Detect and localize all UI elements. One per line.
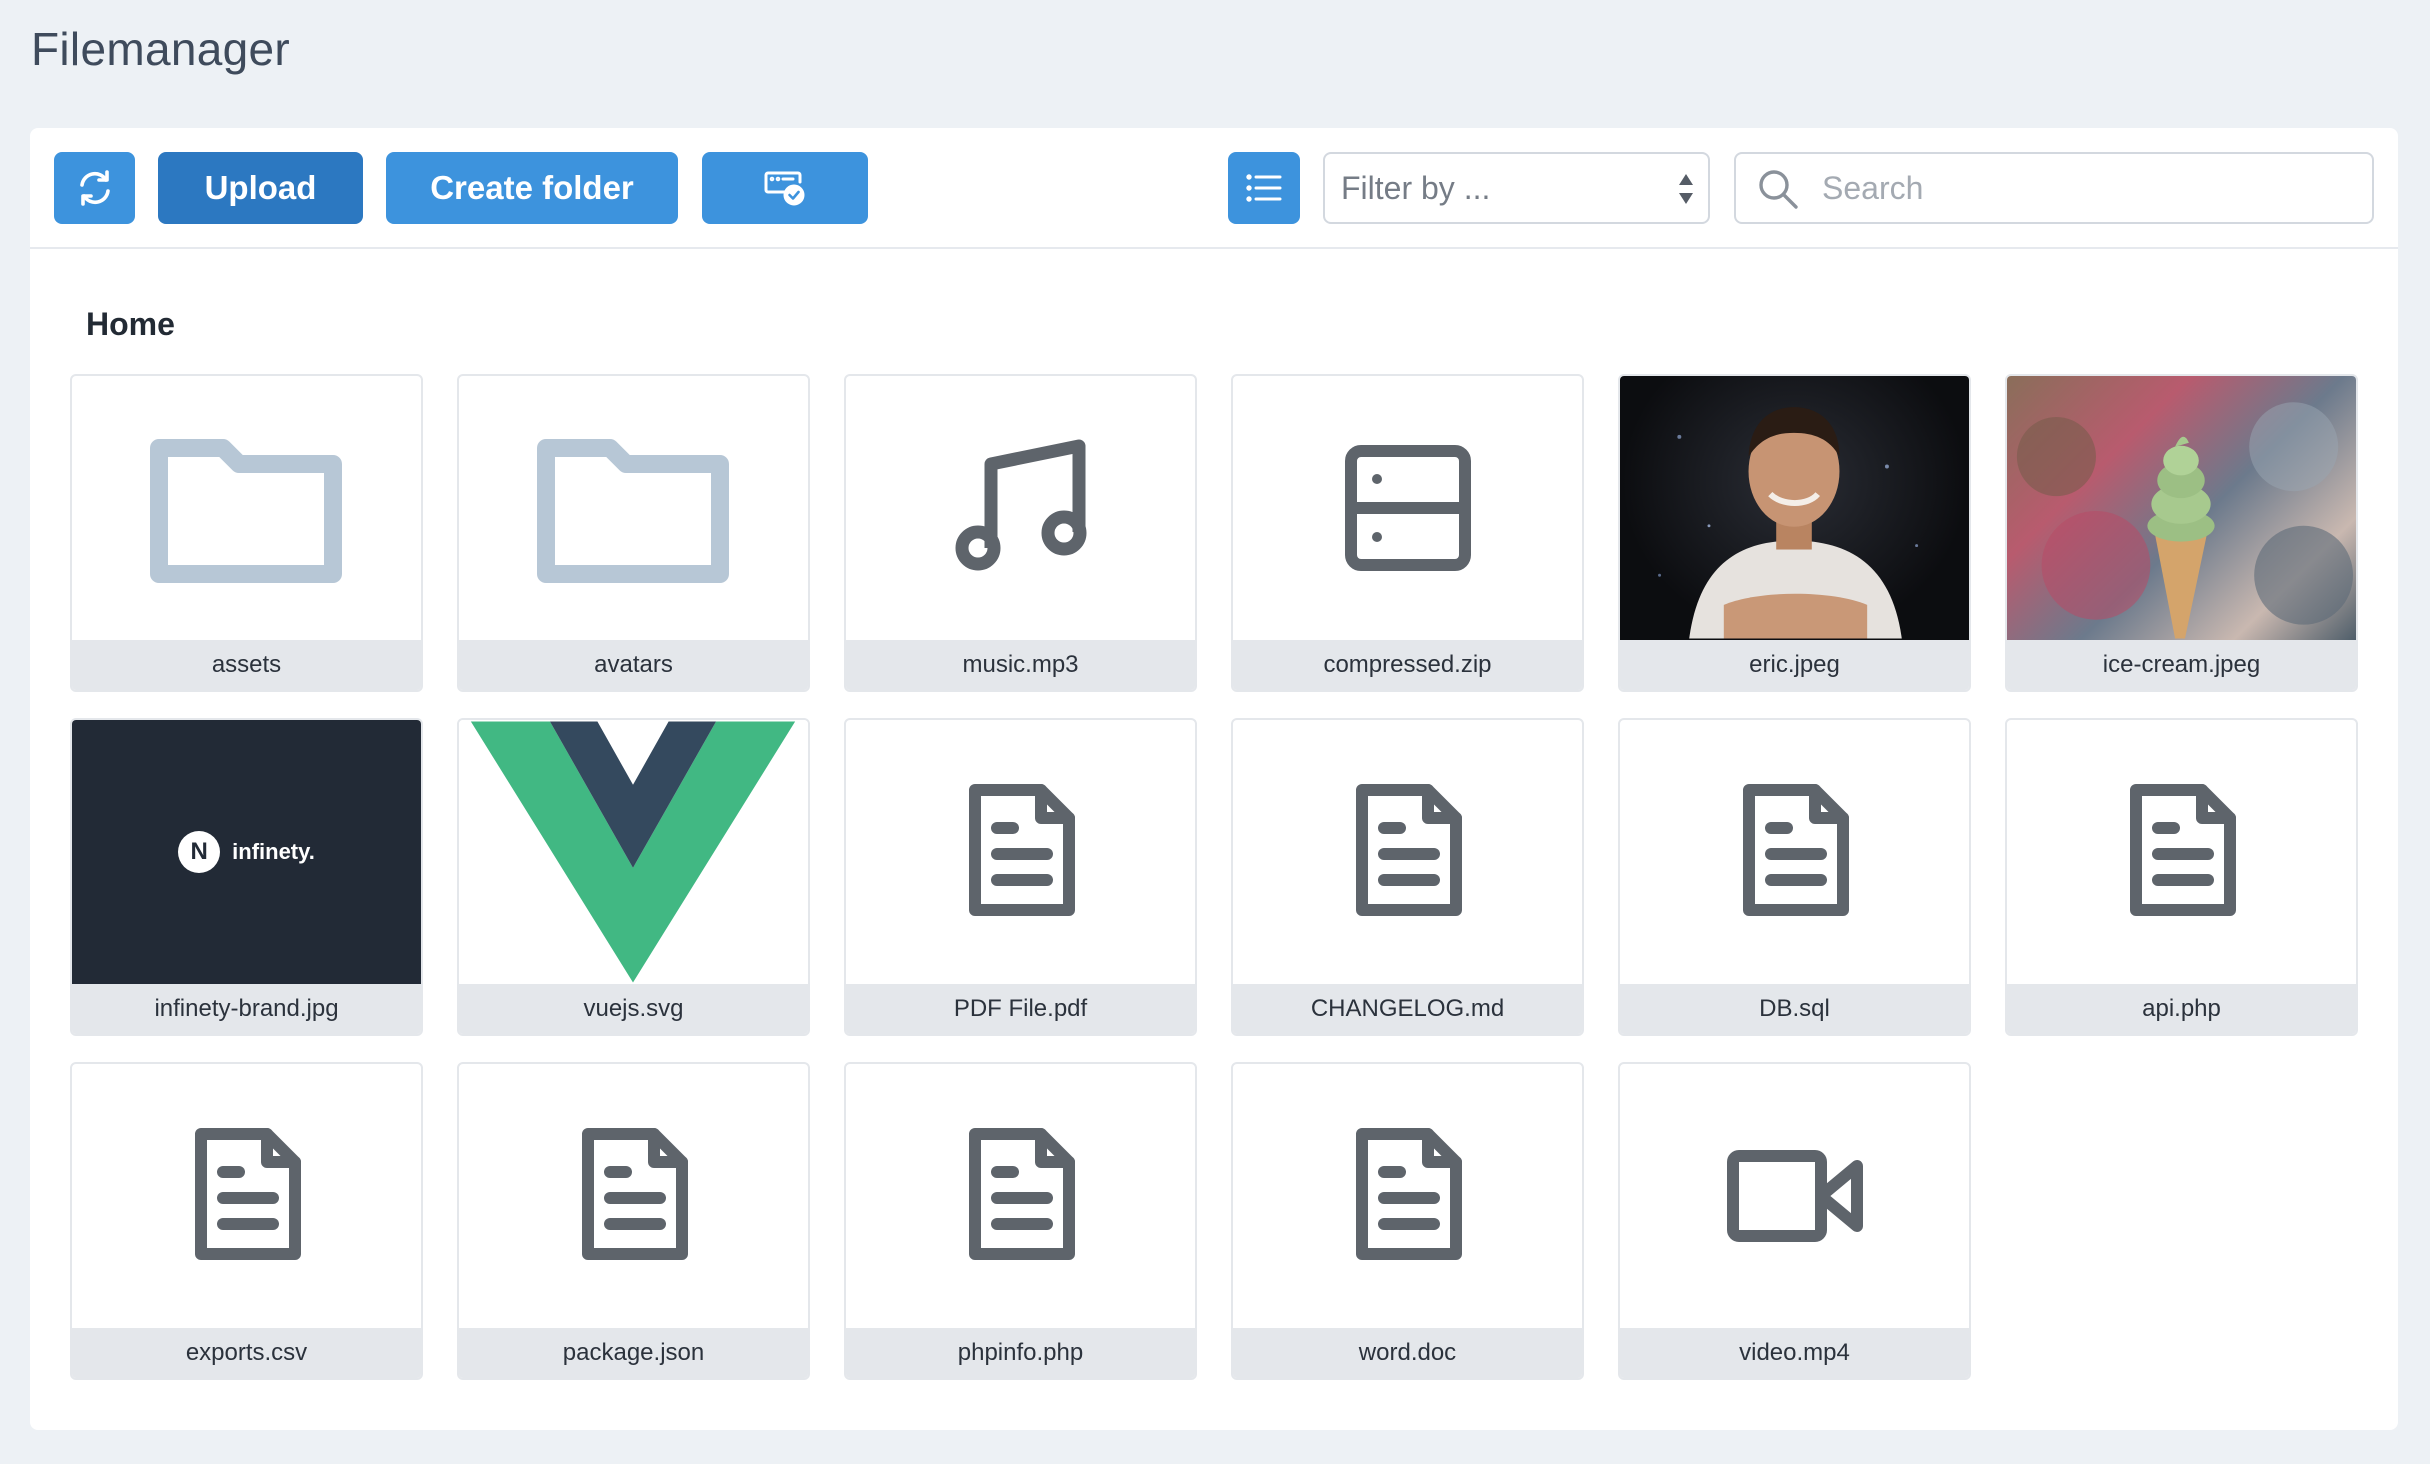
file-name: eric.jpeg <box>1620 640 1969 690</box>
search-icon <box>1759 170 1798 209</box>
file-manager-panel: Upload Create folder Filter by ... Searc… <box>30 128 2398 1430</box>
breadcrumb[interactable]: Home <box>86 306 175 343</box>
file-item[interactable]: PDF File.pdf <box>844 718 1197 1036</box>
file-name: infinety-brand.jpg <box>72 984 421 1034</box>
file-item[interactable]: exports.csv <box>70 1062 423 1380</box>
file-item[interactable]: package.json <box>457 1062 810 1380</box>
document-icon <box>968 784 1075 916</box>
page-title: Filemanager <box>31 23 290 75</box>
select-mode-button[interactable] <box>702 152 868 224</box>
refresh-button[interactable] <box>54 152 135 224</box>
brand-text: infinety. <box>232 839 315 864</box>
file-name: ice-cream.jpeg <box>2007 640 2356 690</box>
file-item[interactable]: N infinety. infinety-brand.jpg <box>70 718 423 1036</box>
file-name: music.mp3 <box>846 640 1195 690</box>
archive-icon <box>1344 445 1471 571</box>
toolbar: Upload Create folder Filter by ... Searc… <box>30 128 2398 249</box>
image-thumbnail <box>1620 376 1969 640</box>
file-name: vuejs.svg <box>459 984 808 1034</box>
file-name: package.json <box>459 1328 808 1378</box>
file-name: api.php <box>2007 984 2356 1034</box>
file-grid: assets avatars music.mp3 compressed.zip … <box>70 374 2358 1380</box>
folder-icon <box>149 439 342 583</box>
image-thumbnail: N infinety. <box>72 720 421 984</box>
document-icon <box>1355 1128 1462 1260</box>
document-icon <box>2129 784 2236 916</box>
select-check-icon <box>764 171 805 206</box>
upload-button[interactable]: Upload <box>158 152 363 224</box>
file-item[interactable]: video.mp4 <box>1618 1062 1971 1380</box>
file-item[interactable]: CHANGELOG.md <box>1231 718 1584 1036</box>
file-item[interactable]: word.doc <box>1231 1062 1584 1380</box>
file-item[interactable]: api.php <box>2005 718 2358 1036</box>
file-item[interactable]: vuejs.svg <box>457 718 810 1036</box>
filter-placeholder: Filter by ... <box>1341 169 1491 206</box>
search-input[interactable] <box>1822 154 2352 222</box>
file-name: compressed.zip <box>1233 640 1582 690</box>
file-item[interactable]: phpinfo.php <box>844 1062 1197 1380</box>
image-thumbnail <box>2007 376 2356 640</box>
list-view-button[interactable] <box>1228 152 1300 224</box>
file-name: video.mp4 <box>1620 1328 1969 1378</box>
filter-select[interactable]: Filter by ... <box>1323 152 1710 224</box>
music-note-icon <box>955 439 1086 571</box>
file-name: avatars <box>459 640 808 690</box>
brand-logo: N infinety. <box>178 831 315 873</box>
file-item[interactable]: avatars <box>457 374 810 692</box>
file-name: DB.sql <box>1620 984 1969 1034</box>
file-item[interactable]: DB.sql <box>1618 718 1971 1036</box>
file-name: PDF File.pdf <box>846 984 1195 1034</box>
file-item[interactable]: music.mp3 <box>844 374 1197 692</box>
document-icon <box>968 1128 1075 1260</box>
file-item[interactable]: ice-cream.jpeg <box>2005 374 2358 692</box>
file-name: phpinfo.php <box>846 1328 1195 1378</box>
file-item[interactable]: compressed.zip <box>1231 374 1584 692</box>
file-name: CHANGELOG.md <box>1233 984 1582 1034</box>
document-icon <box>1355 784 1462 916</box>
document-icon <box>1742 784 1849 916</box>
refresh-icon <box>79 170 110 206</box>
file-name: assets <box>72 640 421 690</box>
brand-mark-icon: N <box>178 831 221 873</box>
folder-icon <box>536 439 729 583</box>
file-name: word.doc <box>1233 1328 1582 1378</box>
file-item[interactable]: eric.jpeg <box>1618 374 1971 692</box>
vue-logo <box>470 721 796 983</box>
search-box[interactable] <box>1734 152 2374 224</box>
file-item[interactable]: assets <box>70 374 423 692</box>
list-icon <box>1246 174 1282 202</box>
file-name: exports.csv <box>72 1328 421 1378</box>
document-icon <box>581 1128 688 1260</box>
select-arrows-icon <box>1679 174 1693 204</box>
document-icon <box>194 1128 301 1260</box>
video-camera-icon <box>1726 1150 1863 1242</box>
create-folder-button[interactable]: Create folder <box>386 152 678 224</box>
